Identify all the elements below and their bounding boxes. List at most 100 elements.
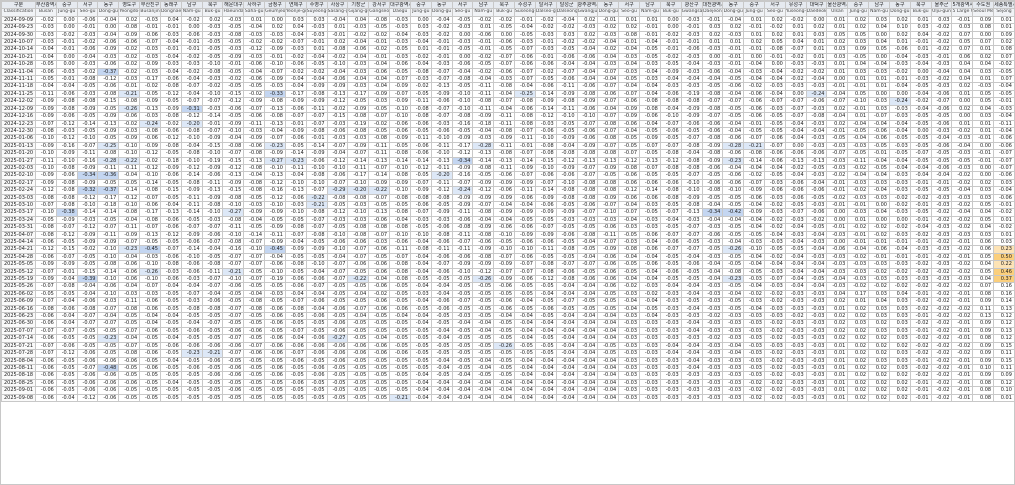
table-cell: -0.02 xyxy=(763,223,786,232)
table-cell: -0.07 xyxy=(55,223,78,232)
table-cell: -0.05 xyxy=(284,215,307,225)
table-cell: 0.02 xyxy=(888,371,911,380)
table-cell: -0.08 xyxy=(659,193,682,202)
table-cell: 0.03 xyxy=(951,23,974,32)
table-cell: -0.05 xyxy=(180,356,203,365)
table-cell: -0.04 xyxy=(576,45,599,54)
table-cell: -0.08 xyxy=(472,208,495,217)
row-date: 2025-07-28 xyxy=(1,349,36,358)
table-cell: -0.04 xyxy=(618,82,641,91)
table-cell: -0.05 xyxy=(930,149,953,158)
table-cell: -0.15 xyxy=(55,245,78,254)
table-cell: -0.05 xyxy=(451,45,474,54)
table-cell: -0.06 xyxy=(180,237,203,247)
table-cell: -0.04 xyxy=(618,297,641,306)
table-cell: -0.04 xyxy=(888,52,911,62)
table-cell: -0.06 xyxy=(389,119,411,128)
table-cell: 0.02 xyxy=(888,378,911,388)
column-header-kr: 서구 xyxy=(763,1,786,10)
table-cell: -0.07 xyxy=(180,223,203,232)
table-cell: -0.05 xyxy=(347,356,370,365)
table-cell: -0.04 xyxy=(493,215,516,225)
table-cell: -0.06 xyxy=(222,371,245,380)
table-cell: -0.03 xyxy=(305,23,328,32)
table-cell: 0.00 xyxy=(784,89,807,99)
table-row: 2025-05-12 -0.07 -0.01 -0.15 -0.14 -0.06 -0.26… xyxy=(1,267,1014,277)
table-row: 2025-08-18 -0.06 -0.05 -0.06 -0.06 -0.05 -0.05… xyxy=(1,371,1014,380)
table-cell: -0.07 xyxy=(118,326,141,336)
table-cell: -0.07 xyxy=(784,97,807,106)
table-cell: -0.14 xyxy=(305,141,328,151)
table-cell: -0.05 xyxy=(159,393,182,402)
table-cell: -0.08 xyxy=(555,193,578,202)
table-cell: -0.05 xyxy=(97,178,120,188)
table-cell: -0.10 xyxy=(430,149,453,158)
table-cell: -0.03 xyxy=(534,119,557,128)
table-cell: -0.04 xyxy=(909,89,932,99)
table-cell: -0.03 xyxy=(930,193,953,202)
table-cell: -0.01 xyxy=(909,356,932,365)
table-cell: -0.06 xyxy=(243,326,266,336)
table-cell: -0.04 xyxy=(159,378,182,388)
table-cell: -0.05 xyxy=(326,297,349,306)
table-cell: -0.10 xyxy=(222,126,245,136)
table-cell: -0.03 xyxy=(639,326,661,336)
table-cell: -0.02 xyxy=(555,38,578,47)
table-cell: 0.02 xyxy=(701,30,724,40)
table-cell: -0.06 xyxy=(805,186,828,195)
table-cell: -0.06 xyxy=(326,319,349,328)
table-cell: -0.08 xyxy=(347,230,370,240)
table-cell: 0.04 xyxy=(972,60,995,69)
table-cell: -0.01 xyxy=(951,319,974,328)
table-cell: -0.08 xyxy=(55,282,78,291)
table-cell: -0.31 xyxy=(180,104,203,114)
table-cell: -0.06 xyxy=(35,252,57,262)
table-cell: -0.05 xyxy=(139,378,161,388)
table-cell: -0.04 xyxy=(868,208,890,217)
table-cell: -0.02 xyxy=(701,334,724,343)
table-cell: -0.05 xyxy=(409,89,432,99)
table-cell: -0.01 xyxy=(430,52,453,62)
table-cell: -0.06 xyxy=(180,363,203,373)
table-cell: -0.03 xyxy=(763,237,786,247)
table-cell: -0.04 xyxy=(264,126,286,136)
column-header-en: Nam-gu xyxy=(868,8,890,17)
table-cell: -0.04 xyxy=(597,38,620,47)
table-cell: -0.02 xyxy=(930,312,953,321)
column-header-en: Haeundae-gu xyxy=(222,8,245,17)
table-cell: -0.03 xyxy=(722,371,745,380)
table-cell: -0.09 xyxy=(680,193,703,202)
table-cell: -0.04 xyxy=(139,312,161,321)
column-header-en: Gwangju xyxy=(576,8,599,17)
table-cell: -0.07 xyxy=(35,349,57,358)
table-cell: -0.12 xyxy=(118,193,141,202)
table-cell: -0.04 xyxy=(555,356,578,365)
table-cell: -0.03 xyxy=(972,82,995,91)
table-cell: -0.05 xyxy=(555,252,578,262)
table-cell: -0.05 xyxy=(763,245,786,254)
table-cell: -0.04 xyxy=(305,289,328,299)
table-cell: -0.08 xyxy=(472,163,495,173)
table-cell: 0.02 xyxy=(847,334,870,343)
row-date: 2025-08-04 xyxy=(1,356,36,365)
table-cell: -0.08 xyxy=(118,304,141,314)
table-cell: -0.06 xyxy=(55,89,78,99)
table-cell: 0.01 xyxy=(826,67,849,77)
table-cell: -0.01 xyxy=(55,45,78,54)
table-cell: 0.09 xyxy=(972,319,995,328)
table-cell: -0.03 xyxy=(722,356,745,365)
table-cell: -0.08 xyxy=(576,186,599,195)
table-cell: -0.05 xyxy=(97,134,120,143)
table-cell: -0.14 xyxy=(534,186,557,195)
table-cell: -0.10 xyxy=(659,112,682,121)
table-cell: 0.00 xyxy=(493,30,516,40)
table-cell: -0.04 xyxy=(909,60,932,69)
table-cell: -0.05 xyxy=(847,149,870,158)
table-cell: -0.04 xyxy=(534,319,557,328)
table-cell: -0.07 xyxy=(451,237,474,247)
table-cell: -0.03 xyxy=(930,82,953,91)
table-cell: -0.09 xyxy=(76,178,99,188)
table-cell: -0.04 xyxy=(576,75,599,84)
table-cell: -0.07 xyxy=(930,97,953,106)
table-cell: -0.18 xyxy=(472,119,495,128)
